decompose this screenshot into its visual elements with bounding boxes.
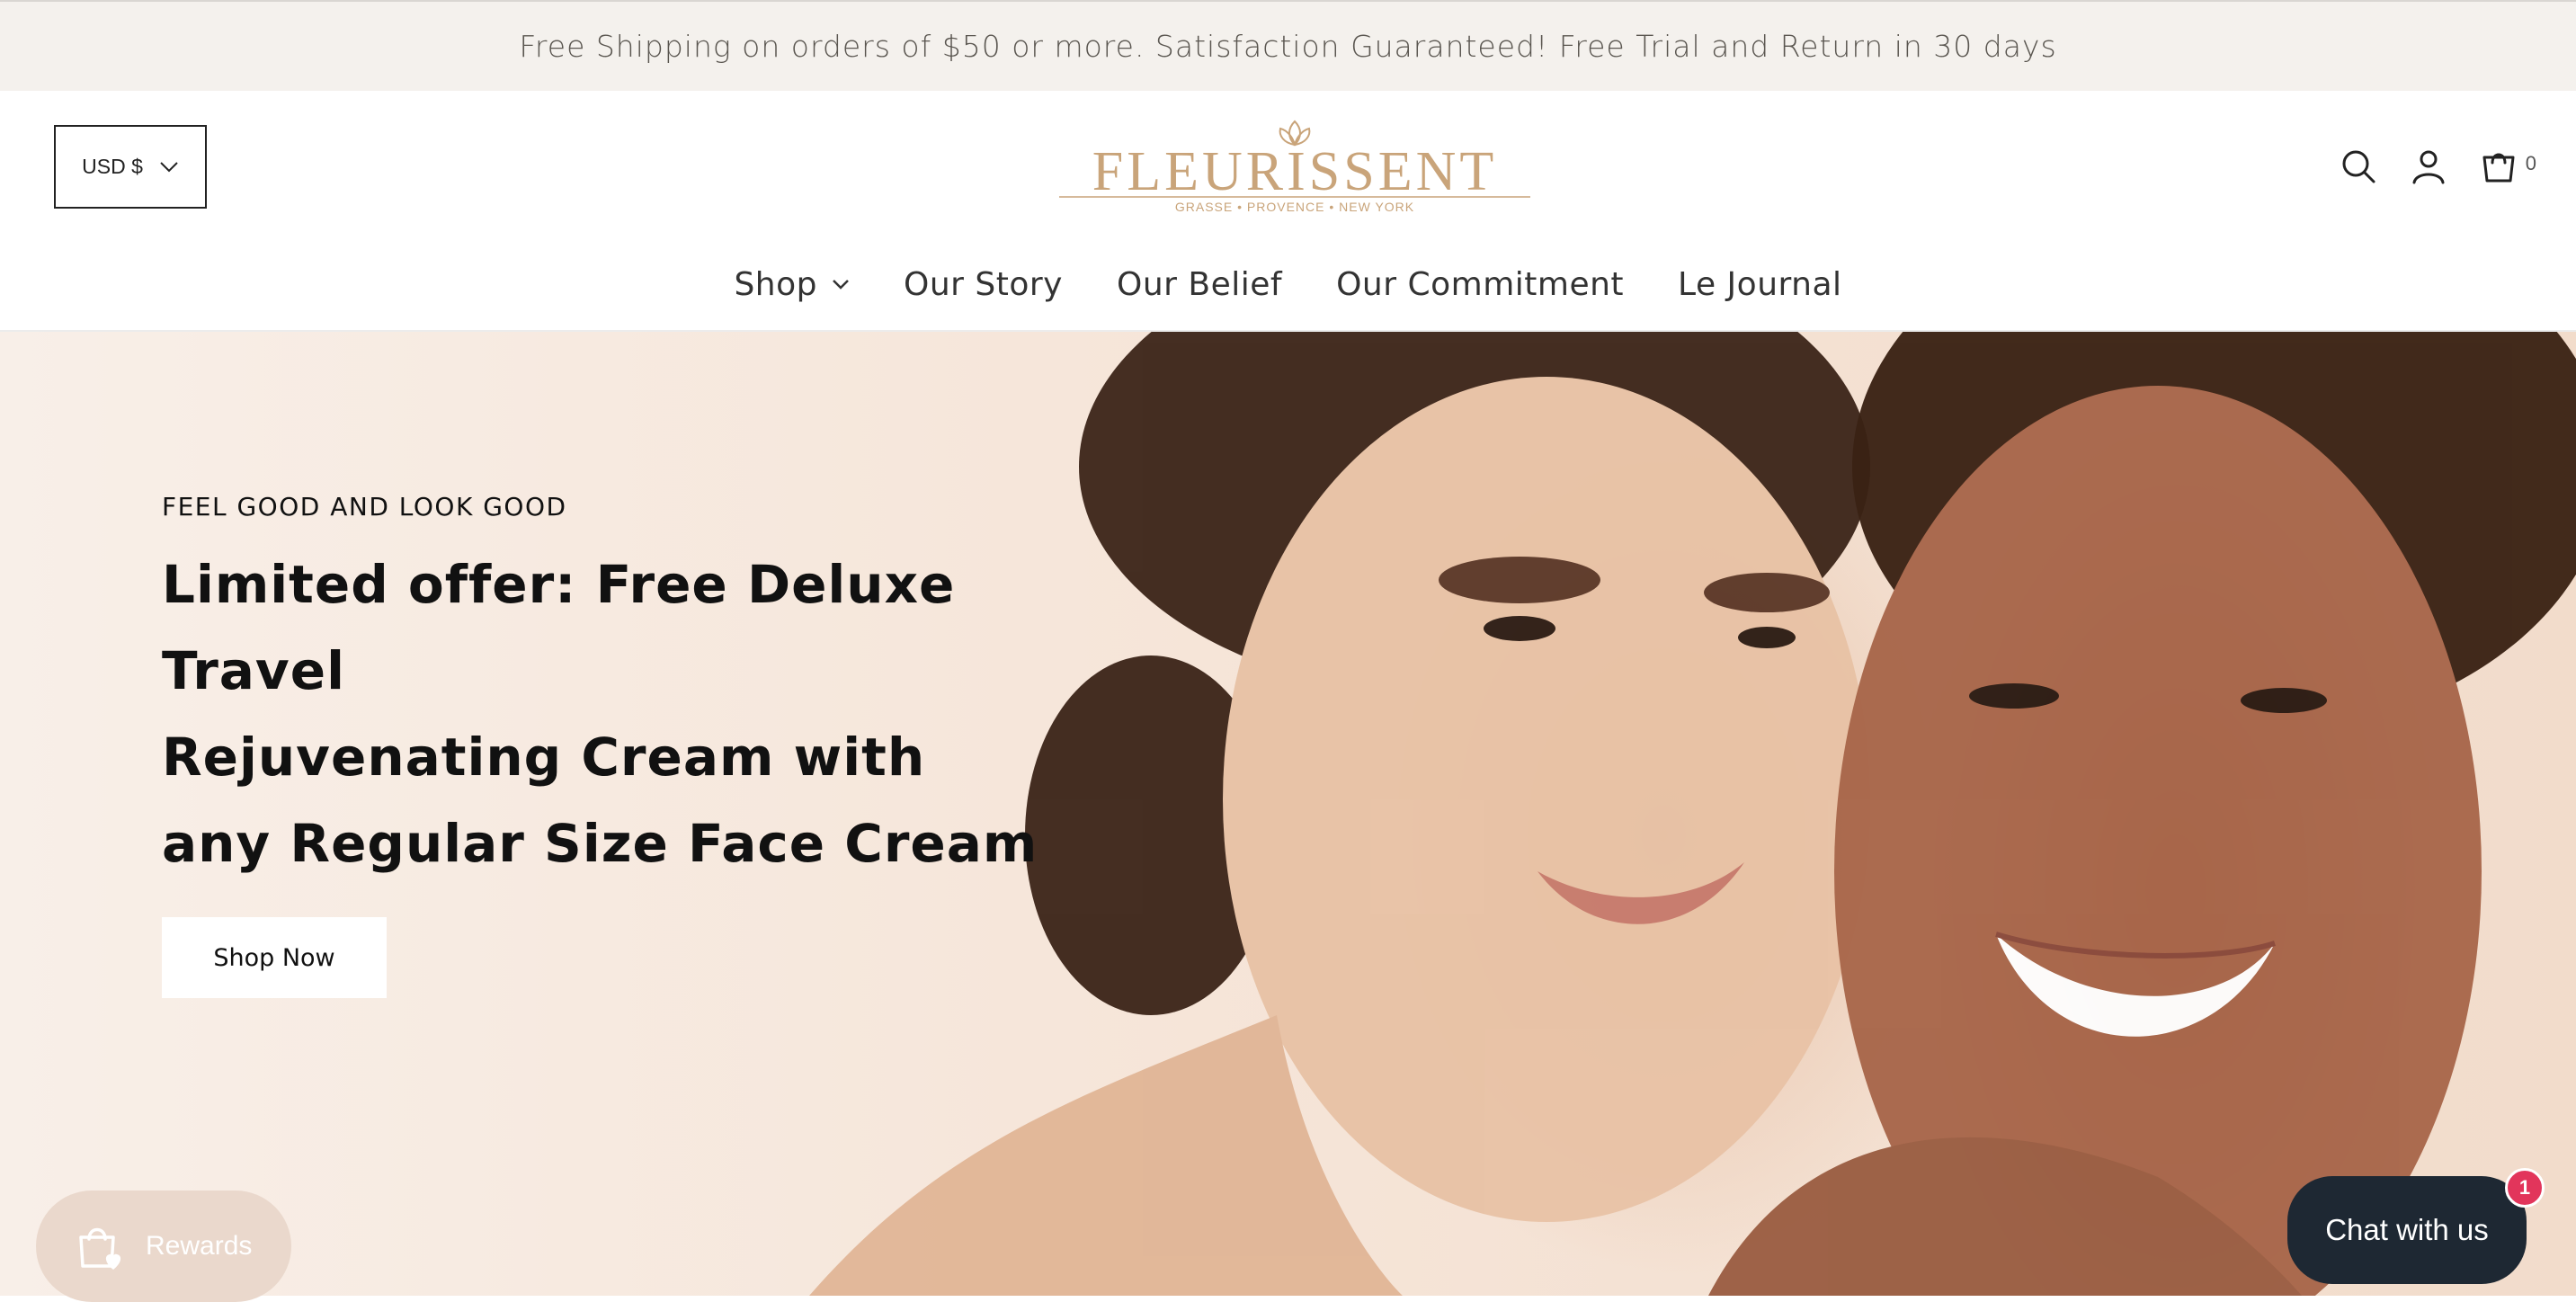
nav-item-our-story[interactable]: Our Story [904,266,1063,303]
rewards-label: Rewards [146,1231,253,1261]
cart-button[interactable]: 0 [2479,147,2536,186]
chevron-down-icon [160,161,178,172]
nav-item-our-commitment[interactable]: Our Commitment [1336,266,1624,303]
main-nav: Shop Our Story Our Belief Our Commitment… [0,253,2576,316]
rewards-launcher[interactable]: Rewards [36,1191,291,1302]
cart-count: 0 [2525,152,2536,174]
shop-now-button[interactable]: Shop Now [162,917,387,998]
currency-selector[interactable]: USD $ [54,125,207,209]
hero-content: FEEL GOOD AND LOOK GOOD Limited offer: F… [162,492,1106,998]
chat-notification-badge: 1 [2505,1168,2545,1208]
brand-logo[interactable]: FLEURISSENT GRASSE • PROVENCE • NEW YORK [1059,118,1530,215]
cart-icon [2482,153,2515,183]
chat-label: Chat with us [2325,1213,2489,1246]
nav-item-label: Shop [734,265,817,303]
search-icon[interactable] [2339,147,2378,186]
hero-banner: FEEL GOOD AND LOOK GOOD Limited offer: F… [0,332,2576,1296]
shopping-bag-heart-icon [79,1227,121,1270]
nav-item-label: Our Story [903,265,1063,303]
nav-item-label: Le Journal [1678,265,1842,303]
announcement-bar: Free Shipping on orders of $50 or more. … [0,0,2576,91]
nav-item-label: Our Commitment [1336,265,1625,303]
logo-wordmark: FLEURISSENT [1092,141,1497,202]
currency-label: USD $ [82,155,143,178]
site-header: USD $ FLEURISSENT GRASSE • PROVENCE • NE… [0,91,2576,332]
nav-item-label: Our Belief [1116,265,1283,303]
announcement-text: Free Shipping on orders of $50 or more. … [519,29,2057,64]
hero-eyebrow: FEEL GOOD AND LOOK GOOD [162,492,567,522]
chevron-down-icon [833,280,849,290]
nav-item-shop[interactable]: Shop [734,266,850,303]
hero-headline: Limited offer: Free Deluxe Travel Rejuve… [162,541,1106,887]
logo-tagline: GRASSE • PROVENCE • NEW YORK [1175,200,1414,214]
nav-item-our-belief[interactable]: Our Belief [1117,266,1282,303]
nav-item-le-journal[interactable]: Le Journal [1678,266,1842,303]
account-icon[interactable] [2409,147,2448,186]
headline-line: Rejuvenating Cream with [162,727,926,788]
headline-line: Limited offer: Free Deluxe Travel [162,554,956,701]
header-actions: 0 [2339,147,2536,186]
headline-line: any Regular Size Face Cream [162,813,1038,874]
chat-launcher[interactable]: Chat with us [2287,1176,2527,1284]
